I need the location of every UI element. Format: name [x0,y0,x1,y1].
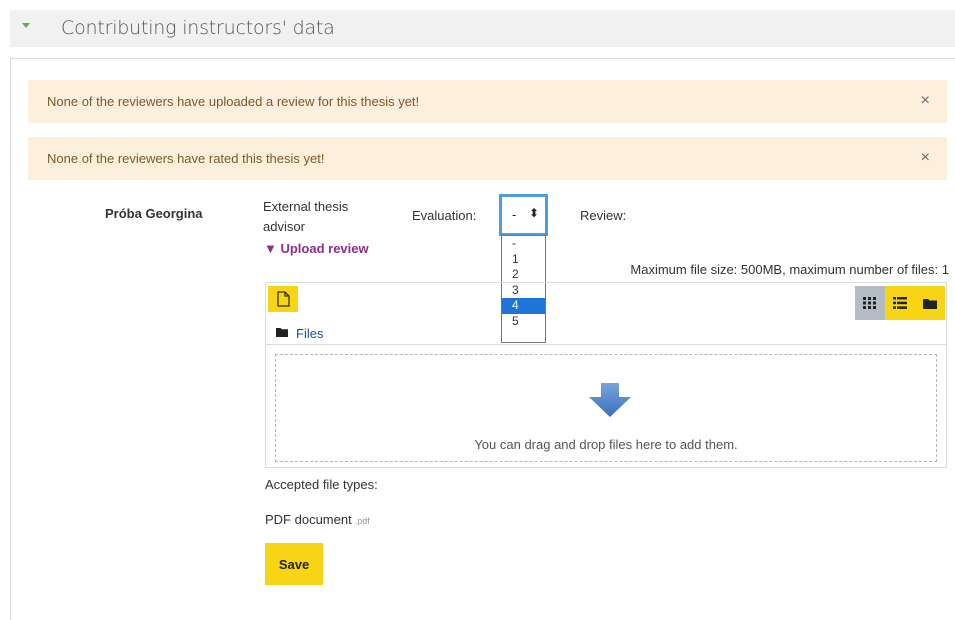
expand-caret-icon[interactable] [22,23,30,28]
save-button[interactable]: Save [265,543,323,585]
accepted-types-label: Accepted file types: [265,477,378,492]
review-label: Review: [580,208,627,223]
evaluation-option[interactable]: 1 [502,252,545,268]
section-header[interactable]: Contributing instructors' data [10,10,955,47]
section-title: Contributing instructors' data [61,17,335,39]
close-icon[interactable]: × [921,92,930,110]
view-tree-button[interactable] [915,286,945,320]
file-limits-text: Maximum file size: 500MB, maximum number… [630,262,949,277]
alert-text: None of the reviewers have rated this th… [47,151,325,166]
download-arrow-icon [589,383,631,417]
evaluation-option[interactable]: - [502,236,545,252]
evaluation-selected-value: - [512,207,517,222]
accepted-type-ext: .pdf [354,516,370,526]
evaluation-select[interactable]: - ⬍ [499,194,548,236]
dropzone-text: You can drag and drop files here to add … [474,437,738,452]
add-file-button[interactable] [268,286,298,312]
evaluation-label: Evaluation: [412,208,477,223]
accepted-type-name: PDF document [265,512,352,527]
alert-text: None of the reviewers have uploaded a re… [47,94,420,109]
view-icons-button[interactable] [855,286,885,320]
reviewer-role: External thesis advisor [263,199,349,234]
upload-review-toggle[interactable]: ▼ Upload review [264,241,369,256]
close-icon[interactable]: × [921,149,930,167]
alert-no-review-uploaded: None of the reviewers have uploaded a re… [28,80,947,123]
reviewer-name: Próba Georgina [105,206,203,221]
folder-icon [276,328,288,337]
alert-no-rating: None of the reviewers have rated this th… [28,137,947,180]
list-icon [893,297,907,309]
select-arrows-icon: ⬍ [529,206,540,220]
file-dropzone[interactable]: You can drag and drop files here to add … [275,354,937,462]
breadcrumb: Files [266,322,946,345]
grid-icon [863,297,876,309]
evaluation-option[interactable]: 2 [502,267,545,283]
accepted-type-pdf: PDF document .pdf [265,512,370,527]
new-file-icon [277,291,290,307]
view-list-button[interactable] [885,286,915,320]
breadcrumb-files-link[interactable]: Files [296,326,323,341]
folder-icon [923,298,937,309]
